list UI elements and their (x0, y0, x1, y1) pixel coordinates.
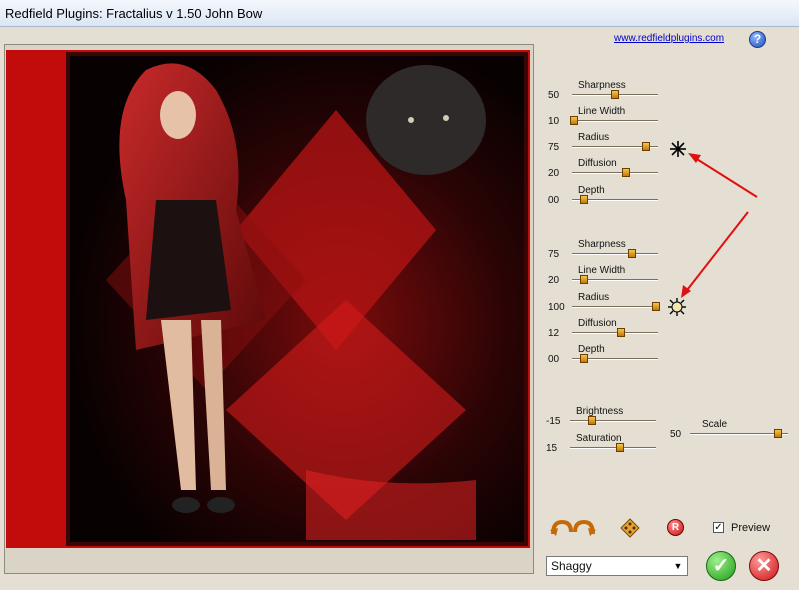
undo-redo-icon[interactable] (550, 518, 596, 538)
slider-saturation[interactable]: Saturation 15 (546, 433, 666, 457)
arrow-line (691, 155, 758, 198)
slider-track[interactable] (572, 168, 658, 177)
slider-scale[interactable]: Scale 50 (670, 419, 790, 443)
slider-track[interactable] (572, 328, 658, 337)
slider-g2-depth[interactable]: Depth 00 (548, 344, 668, 368)
website-link[interactable]: www.redfieldplugins.com (614, 33, 724, 44)
slider-label: Diffusion (578, 158, 617, 169)
slider-thumb[interactable] (628, 249, 637, 258)
window-title: Redfield Plugins: Fractalius v 1.50 John… (5, 6, 263, 21)
slider-value: -15 (546, 416, 561, 427)
burst-icon[interactable] (668, 298, 686, 316)
slider-track[interactable] (572, 142, 658, 151)
slider-g2-radius[interactable]: Radius 100 (548, 292, 668, 316)
preset-value: Shaggy (551, 559, 592, 573)
slider-value: 20 (548, 168, 560, 179)
slider-track[interactable] (572, 249, 658, 258)
slider-thumb[interactable] (622, 168, 631, 177)
slider-g1-depth[interactable]: Depth 00 (548, 185, 668, 209)
slider-value: 50 (548, 90, 560, 101)
slider-label: Saturation (576, 433, 622, 444)
slider-thumb[interactable] (615, 443, 624, 452)
slider-thumb[interactable] (580, 195, 589, 204)
slider-value: 15 (546, 443, 558, 454)
slider-value: 75 (548, 249, 560, 260)
preview-label: Preview (731, 522, 771, 534)
slider-thumb[interactable] (617, 328, 626, 337)
slider-g1-sharpness[interactable]: Sharpness 50 (548, 80, 668, 104)
help-button[interactable]: ? (749, 31, 766, 48)
slider-g1-line-width[interactable]: Line Width 10 (548, 106, 668, 130)
slider-track[interactable] (572, 195, 658, 204)
slider-thumb[interactable] (652, 302, 661, 311)
preview-image[interactable] (6, 50, 530, 548)
slider-label: Diffusion (578, 318, 617, 329)
slider-track[interactable] (570, 443, 656, 452)
slider-track[interactable] (569, 116, 658, 125)
slider-brightness[interactable]: Brightness -15 (546, 406, 666, 430)
slider-value: 00 (548, 354, 560, 365)
slider-track[interactable] (572, 302, 661, 311)
slider-label: Sharpness (578, 239, 626, 250)
slider-g1-diffusion[interactable]: Diffusion 20 (548, 158, 668, 182)
arrow-head (681, 285, 691, 298)
preset-dropdown[interactable]: Shaggy ▼ (546, 556, 688, 576)
arrow-head (688, 153, 701, 163)
chevron-down-icon[interactable]: ▼ (670, 558, 686, 574)
slider-label: Brightness (576, 406, 624, 417)
slider-value: 00 (548, 195, 560, 206)
slider-track[interactable] (572, 90, 658, 99)
slider-thumb[interactable] (580, 354, 589, 363)
slider-label: Radius (578, 132, 610, 143)
slider-thumb[interactable] (774, 429, 783, 438)
slider-thumb[interactable] (641, 142, 650, 151)
preview-artwork (6, 50, 530, 548)
slider-thumb[interactable] (588, 416, 597, 425)
slider-value: 20 (548, 275, 560, 286)
slider-g2-line-width[interactable]: Line Width 20 (548, 265, 668, 289)
slider-value: 100 (548, 302, 565, 313)
title-bar: Redfield Plugins: Fractalius v 1.50 John… (0, 0, 799, 27)
slider-track[interactable] (690, 429, 788, 438)
slider-track[interactable] (572, 354, 658, 363)
slider-label: Scale (702, 419, 728, 430)
ok-button[interactable]: ✓ (706, 551, 736, 581)
cancel-button[interactable]: ✕ (749, 551, 779, 581)
slider-track[interactable] (570, 416, 656, 425)
slider-track[interactable] (572, 275, 658, 284)
slider-g2-diffusion[interactable]: Diffusion 12 (548, 318, 668, 342)
slider-label: Radius (578, 292, 610, 303)
slider-thumb[interactable] (569, 116, 578, 125)
slider-value: 75 (548, 142, 560, 153)
slider-g2-sharpness[interactable]: Sharpness 75 (548, 239, 668, 263)
preview-checkbox[interactable]: ✓ (713, 522, 724, 533)
arrow-line (683, 211, 749, 295)
burst-icon[interactable] (669, 140, 687, 158)
slider-g1-radius[interactable]: Radius 75 (548, 132, 668, 156)
random-dice-icon[interactable] (620, 518, 640, 538)
reset-button[interactable]: R (667, 519, 684, 536)
slider-thumb[interactable] (611, 90, 619, 99)
slider-thumb[interactable] (580, 275, 589, 284)
slider-value: 12 (548, 328, 560, 339)
slider-label: Line Width (578, 106, 626, 117)
